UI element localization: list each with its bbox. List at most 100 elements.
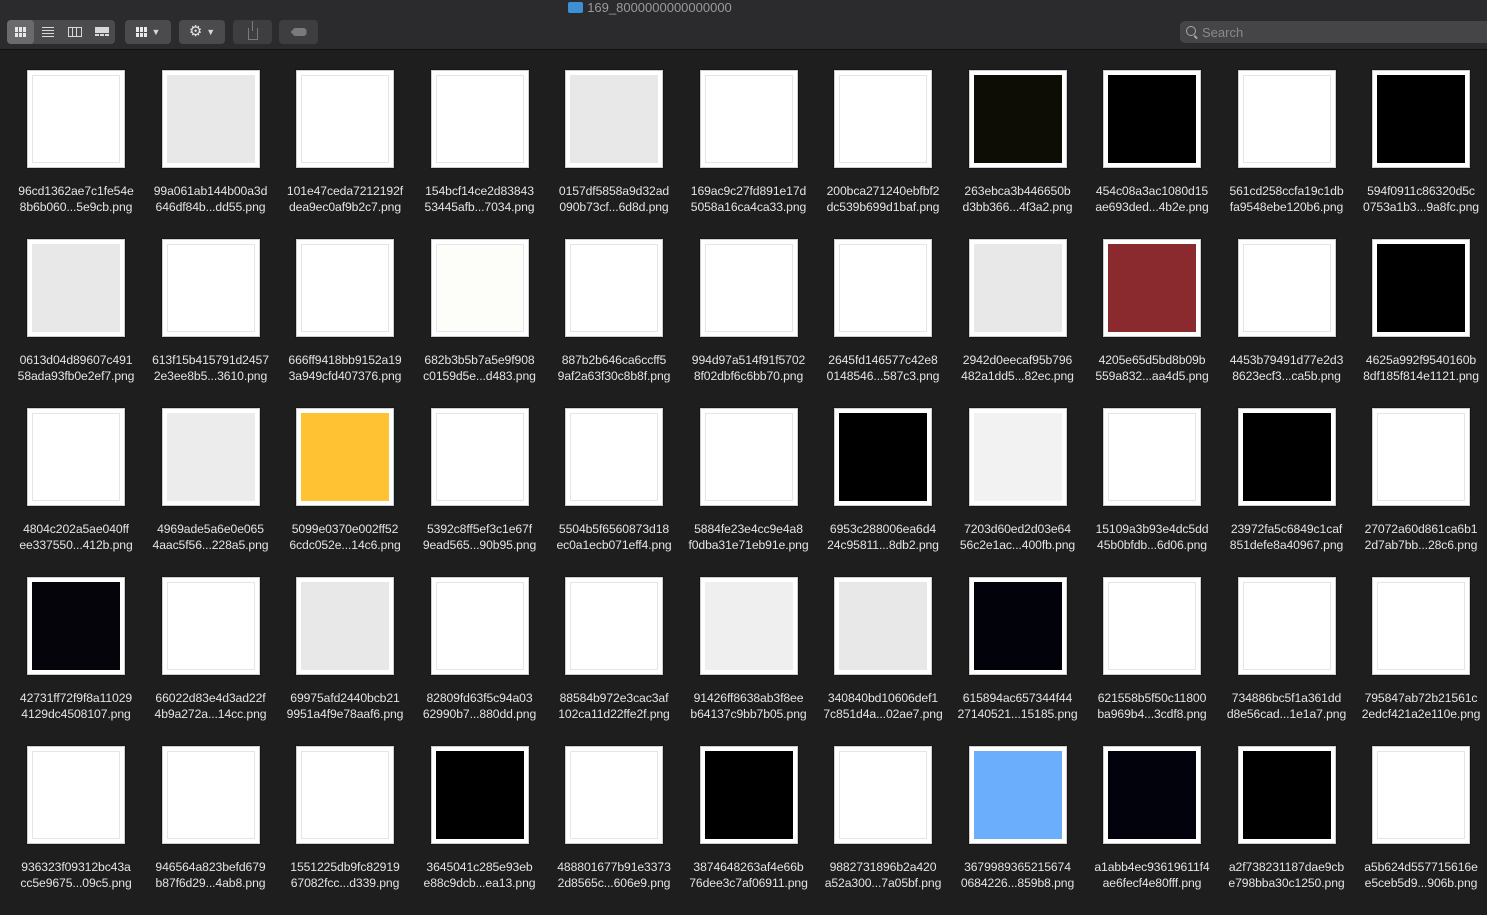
file-thumbnail[interactable] (161, 577, 260, 675)
file-thumbnail[interactable] (1103, 746, 1201, 844)
file-item[interactable]: 88584b972e3cac3af 102ca11d22ffe2f.png (547, 577, 682, 746)
file-name[interactable]: a1abb4ec93619611f4 ae6fecf4e80fff.png (1085, 859, 1219, 891)
file-thumbnail[interactable] (1103, 577, 1201, 675)
file-item[interactable]: 615894ac657344f44 27140521...15185.png (951, 577, 1086, 746)
file-item[interactable]: 594f0911c86320d5c 0753a1b3...9a8fc.png (1354, 70, 1487, 239)
file-name[interactable]: 3679989365215674 0684226...859b8.png (951, 859, 1085, 891)
file-thumbnail[interactable] (430, 746, 529, 844)
file-thumbnail[interactable] (1372, 577, 1470, 675)
file-name[interactable]: 154bcf14ce2d83843 53445afb...7034.png (413, 183, 547, 215)
file-item[interactable]: 2942d0eecaf95b796 482a1dd5...82ec.png (951, 239, 1086, 408)
file-name[interactable]: 613f15b415791d2457 2e3ee8b5...3610.png (144, 352, 278, 384)
file-name[interactable]: 621558b5f50c11800 ba969b4...3cdf8.png (1085, 690, 1219, 722)
file-item[interactable]: 96cd1362ae7c1fe54e 8b6b060...5e9cb.png (9, 70, 144, 239)
file-item[interactable]: 27072a60d861ca6b1 2d7ab7bb...28c6.png (1354, 408, 1487, 577)
file-thumbnail[interactable] (565, 70, 663, 168)
file-thumbnail[interactable] (161, 408, 260, 506)
file-name[interactable]: 42731ff72f9f8a11029 4129dc4508107.png (9, 690, 143, 722)
file-item[interactable]: 69975afd2440bcb21 9951a4f9e78aaf6.png (278, 577, 413, 746)
file-name[interactable]: 69975afd2440bcb21 9951a4f9e78aaf6.png (278, 690, 412, 722)
file-item[interactable]: 994d97a514f91f5702 8f02dbf6c6bb70.png (682, 239, 817, 408)
file-item[interactable]: 99a061ab144b00a3d 646df84b...dd55.png (144, 70, 279, 239)
file-item[interactable]: 946564a823befd679 b87f6d29...4ab8.png (144, 746, 279, 915)
file-item[interactable]: 169ac9c27fd891e17d 5058a16ca4ca33.png (682, 70, 817, 239)
file-thumbnail[interactable] (430, 70, 529, 168)
file-thumbnail[interactable] (1237, 408, 1336, 506)
icon-view-button[interactable] (7, 20, 34, 44)
file-thumbnail[interactable] (27, 577, 125, 675)
file-name[interactable]: 4969ade5a6e0e065 4aac5f56...228a5.png (144, 521, 278, 553)
file-thumbnail[interactable] (430, 239, 529, 337)
file-name[interactable]: 66022d83e4d3ad22f 4b9a272a...14cc.png (144, 690, 278, 722)
file-name[interactable]: 15109a3b93e4dc5dd 45b0bfdb...6d06.png (1085, 521, 1219, 553)
file-item[interactable]: 4969ade5a6e0e065 4aac5f56...228a5.png (144, 408, 279, 577)
file-item[interactable]: 3645041c285e93eb e88c9dcb...ea13.png (413, 746, 548, 915)
file-name[interactable]: 5504b5f6560873d18 ec0a1ecb071eff4.png (547, 521, 681, 553)
file-item[interactable]: 4625a992f9540160b 8df185f814e1121.png (1354, 239, 1487, 408)
group-by-button[interactable]: ▼ (125, 20, 171, 44)
file-name[interactable]: 340840bd10606def1 7c851d4a...02ae7.png (816, 690, 950, 722)
file-thumbnail[interactable] (161, 746, 260, 844)
file-thumbnail[interactable] (1372, 239, 1470, 337)
search-field[interactable] (1180, 21, 1487, 43)
file-name[interactable]: 666ff9418bb9152a19 3a949cfd407376.png (278, 352, 412, 384)
file-item[interactable]: 91426ff8638ab3f8ee b64137c9bb7b05.png (682, 577, 817, 746)
file-item[interactable]: 666ff9418bb9152a19 3a949cfd407376.png (278, 239, 413, 408)
action-menu-button[interactable]: ⚙ ▼ (179, 20, 225, 44)
file-name[interactable]: 561cd258ccfa19c1db fa9548ebe120b6.png (1220, 183, 1354, 215)
file-item[interactable]: 42731ff72f9f8a11029 4129dc4508107.png (9, 577, 144, 746)
file-name[interactable]: 263ebca3b446650b d3bb366...4f3a2.png (951, 183, 1085, 215)
file-name[interactable]: 946564a823befd679 b87f6d29...4ab8.png (144, 859, 278, 891)
file-name[interactable]: 4453b79491d77e2d3 8623ecf3...ca5b.png (1220, 352, 1354, 384)
file-item[interactable]: 795847ab72b21561c 2edcf421a2e110e.png (1354, 577, 1487, 746)
file-name[interactable]: 936323f09312bc43a cc5e9675...09c5.png (9, 859, 143, 891)
file-name[interactable]: 200bca271240ebfbf2 dc539b699d1baf.png (816, 183, 950, 215)
file-name[interactable]: 88584b972e3cac3af 102ca11d22ffe2f.png (547, 690, 681, 722)
file-item[interactable]: 3874648263af4e66b 76dee3c7af06911.png (682, 746, 817, 915)
file-item[interactable]: 887b2b646ca6ccff5 9af2a63f30c8b8f.png (547, 239, 682, 408)
file-item[interactable]: 5884fe23e4cc9e4a8 f0dba31e71eb91e.png (682, 408, 817, 577)
file-name[interactable]: 0613d04d89607c491 58ada93fb0e2ef7.png (9, 352, 143, 384)
file-thumbnail[interactable] (1372, 408, 1470, 506)
file-thumbnail[interactable] (968, 70, 1067, 168)
file-thumbnail[interactable] (834, 70, 932, 168)
file-thumbnail[interactable] (161, 239, 260, 337)
file-item[interactable]: 561cd258ccfa19c1db fa9548ebe120b6.png (1220, 70, 1355, 239)
file-item[interactable]: 4804c202a5ae040ff ee337550...412b.png (9, 408, 144, 577)
file-item[interactable]: 1551225db9fc82919 67082fcc...d339.png (278, 746, 413, 915)
file-name[interactable]: 594f0911c86320d5c 0753a1b3...9a8fc.png (1354, 183, 1487, 215)
file-name[interactable]: 82809fd63f5c94a03 62990b7...880dd.png (413, 690, 547, 722)
file-thumbnail[interactable] (968, 408, 1067, 506)
file-item[interactable]: 66022d83e4d3ad22f 4b9a272a...14cc.png (144, 577, 279, 746)
file-item[interactable]: 154bcf14ce2d83843 53445afb...7034.png (413, 70, 548, 239)
file-name[interactable]: 615894ac657344f44 27140521...15185.png (951, 690, 1085, 722)
file-thumbnail[interactable] (27, 746, 125, 844)
file-name[interactable]: 6953c288006ea6d4 24c95811...8db2.png (816, 521, 950, 553)
file-name[interactable]: 27072a60d861ca6b1 2d7ab7bb...28c6.png (1354, 521, 1487, 553)
file-name[interactable]: 101e47ceda7212192f dea9ec0af9b2c7.png (278, 183, 412, 215)
file-thumbnail[interactable] (968, 239, 1067, 337)
file-thumbnail[interactable] (834, 239, 932, 337)
file-name[interactable]: 2942d0eecaf95b796 482a1dd5...82ec.png (951, 352, 1085, 384)
file-thumbnail[interactable] (161, 70, 260, 168)
file-thumbnail[interactable] (1372, 746, 1470, 844)
file-name[interactable]: 454c08a3ac1080d15 ae693ded...4b2e.png (1085, 183, 1219, 215)
search-input[interactable] (1202, 23, 1472, 41)
file-item[interactable]: a5b624d557715616e e5ceb5d9...906b.png (1354, 746, 1487, 915)
file-thumbnail[interactable] (1237, 746, 1336, 844)
file-name[interactable]: 488801677b91e3373 2d8565c...606e9.png (547, 859, 681, 891)
file-name[interactable]: 682b3b5b7a5e9f908 c0159d5e...d483.png (413, 352, 547, 384)
file-name[interactable]: 3645041c285e93eb e88c9dcb...ea13.png (413, 859, 547, 891)
file-item[interactable]: 613f15b415791d2457 2e3ee8b5...3610.png (144, 239, 279, 408)
file-thumbnail[interactable] (834, 408, 932, 506)
file-item[interactable]: a1abb4ec93619611f4 ae6fecf4e80fff.png (1085, 746, 1220, 915)
file-item[interactable]: 340840bd10606def1 7c851d4a...02ae7.png (816, 577, 951, 746)
file-thumbnail[interactable] (699, 408, 798, 506)
file-thumbnail[interactable] (565, 408, 663, 506)
file-thumbnail[interactable] (699, 577, 798, 675)
file-item[interactable]: 7203d60ed2d03e64 56c2e1ac...400fb.png (951, 408, 1086, 577)
file-thumbnail[interactable] (968, 577, 1067, 675)
share-button[interactable] (233, 20, 272, 44)
file-name[interactable]: 795847ab72b21561c 2edcf421a2e110e.png (1354, 690, 1487, 722)
file-item[interactable]: 6953c288006ea6d4 24c95811...8db2.png (816, 408, 951, 577)
